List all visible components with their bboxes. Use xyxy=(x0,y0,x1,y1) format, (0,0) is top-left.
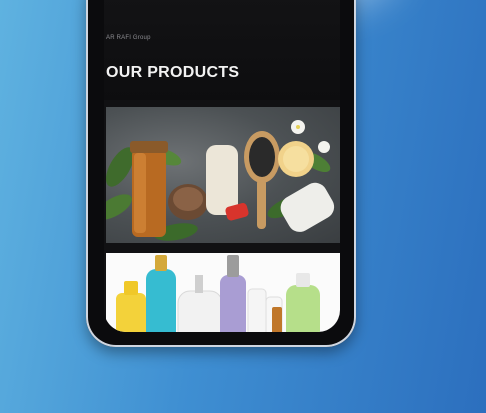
brand-label: AR RAFI Group xyxy=(106,35,151,41)
phone-screen[interactable]: AR RAFI Group OUR PRODUCTS xyxy=(104,0,340,332)
product-image-cosmetic-bottles[interactable] xyxy=(106,253,340,332)
page-title: OUR PRODUCTS xyxy=(106,64,240,81)
cosmetic-bottles-illustration xyxy=(116,255,320,332)
hair-care-illustration xyxy=(106,120,335,241)
header-area xyxy=(104,0,340,100)
product-image-hair-care[interactable] xyxy=(106,107,340,243)
